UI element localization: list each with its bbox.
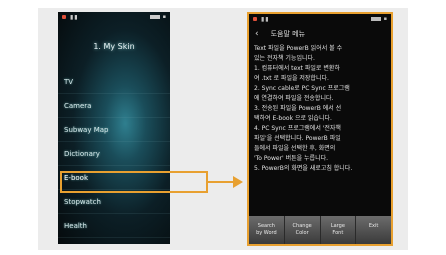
status-bar: ▮▮ ▪ — [249, 14, 391, 24]
help-line: 택하여 E-book 으로 읽습니다. — [254, 115, 332, 122]
help-line: 3. 전송된 파일을 PowerB 에서 선 — [254, 105, 342, 112]
help-line: 2. Sync cable로 PC Sync 프로그램 — [254, 85, 350, 92]
search-by-word-button[interactable]: Search by Word — [249, 216, 285, 244]
help-text: Text 파일을 PowerB 읽어서 볼 수 있는 전자책 기능입니다. 1.… — [254, 44, 386, 212]
change-color-button[interactable]: Change Color — [285, 216, 321, 244]
status-bar: ▮▮ ▪ — [58, 12, 170, 22]
battery-icon — [370, 17, 381, 21]
help-line: 여 .txt 로 파일을 저장합니다. — [254, 75, 329, 82]
menu-item-subway-map[interactable]: Subway Map — [58, 118, 170, 142]
help-line: Text 파일을 PowerB 읽어서 볼 수 — [254, 45, 343, 52]
large-font-button[interactable]: Large Font — [321, 216, 357, 244]
arrow-right-icon — [233, 176, 243, 188]
menu-item-camera[interactable]: Camera — [58, 94, 170, 118]
help-title: 도움말 메뉴 — [270, 30, 306, 38]
menu-item-tv[interactable]: TV — [58, 70, 170, 94]
help-line: 5. PowerB의 화면을 새로고침 합니다. — [254, 165, 353, 172]
back-arrow-icon[interactable]: ‹ — [255, 29, 259, 39]
figure-canvas: ▮▮ ▪ 1. My Skin TV Camera Subway Map Dic… — [0, 0, 446, 255]
exit-button[interactable]: Exit — [356, 216, 391, 244]
page-title: 1. My Skin — [93, 42, 135, 51]
help-header: ‹ 도움말 메뉴 — [249, 27, 391, 41]
bottom-toolbar: Search by Word Change Color Large Font E… — [249, 216, 391, 244]
clock-icon: ▪ — [383, 16, 387, 22]
help-line: 'To Power' 버튼을 누릅니다. — [254, 155, 329, 162]
battery-icon — [149, 15, 160, 19]
signal-icon: ▮▮ — [261, 15, 270, 23]
menu-item-stopwatch[interactable]: Stopwatch — [58, 190, 170, 214]
help-line: 1. 컴퓨터에서 text 파일로 변환하 — [254, 65, 340, 72]
signal-icon: ▮▮ — [70, 13, 79, 21]
help-line: 파일'을 선택합니다. PowerB 파일 — [254, 135, 341, 142]
help-line: 들에서 파일을 선택한 후, 화면의 — [254, 145, 336, 152]
help-line: 있는 전자책 기능입니다. — [254, 55, 315, 62]
help-line: 에 연결하여 파일을 전송합니다. — [254, 95, 334, 102]
selection-highlight — [60, 171, 208, 193]
notification-icon — [62, 15, 66, 19]
left-phone-screen: ▮▮ ▪ 1. My Skin TV Camera Subway Map Dic… — [58, 12, 170, 244]
menu-item-health[interactable]: Health — [58, 214, 170, 238]
notification-icon — [253, 17, 257, 21]
menu-item-dictionary[interactable]: Dictionary — [58, 142, 170, 166]
clock-icon: ▪ — [162, 14, 166, 20]
app-menu: TV Camera Subway Map Dictionary E-book S… — [58, 70, 170, 238]
right-phone-screen: ▮▮ ▪ ‹ 도움말 메뉴 Text 파일을 PowerB 읽어서 볼 수 있는… — [247, 12, 393, 246]
arrow-shaft — [208, 181, 235, 183]
help-line: 4. PC Sync 프로그램에서 '전자책 — [254, 125, 341, 132]
